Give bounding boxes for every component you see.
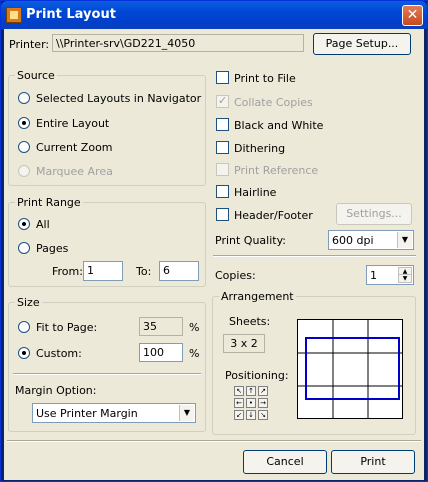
footer-divider (7, 440, 421, 442)
copies-label: Copies: (215, 269, 256, 282)
collate-copies-label[interactable]: Collate Copies (234, 96, 313, 109)
print-range-group: Print Range All Pages From: 1 To: 6 (8, 196, 206, 287)
print-button[interactable]: Print (331, 450, 415, 474)
app-icon (6, 7, 22, 23)
printer-label: Printer: (9, 38, 50, 51)
arrow-w-icon[interactable]: ← (234, 398, 244, 408)
sheets-preview (297, 319, 403, 419)
from-label: From: (52, 265, 83, 278)
options-divider (213, 255, 416, 257)
size-title: Size (15, 296, 42, 309)
source-group-title: Source (15, 69, 57, 82)
radio-marquee-area-label[interactable]: Marquee Area (36, 165, 113, 178)
chevron-down-icon[interactable]: ▼ (397, 232, 412, 248)
checkbox-dithering[interactable] (216, 141, 229, 154)
radio-pages-label[interactable]: Pages (36, 242, 68, 255)
copies-spinner[interactable]: 1 ▲ ▼ (366, 265, 414, 285)
custom-size-input[interactable]: 100 (139, 343, 183, 362)
printer-name-field: \\Printer-srv\GD221_4050 (52, 34, 304, 52)
arrow-se-icon[interactable]: ↘ (258, 410, 268, 420)
margin-option-select[interactable]: Use Printer Margin ▼ (32, 403, 196, 423)
center-dot-icon[interactable]: • (246, 398, 256, 408)
arrangement-title: Arrangement (219, 290, 296, 303)
radio-fit-to-page[interactable] (18, 321, 30, 333)
radio-current-zoom-label[interactable]: Current Zoom (36, 141, 113, 154)
sheets-value: 3 x 2 (223, 334, 265, 353)
close-icon[interactable]: ✕ (402, 5, 423, 26)
radio-custom-label[interactable]: Custom: (36, 347, 82, 360)
size-divider (13, 373, 201, 375)
source-group: Source Selected Layouts in Navigator Ent… (8, 69, 206, 186)
dialog-body: Printer: \\Printer-srv\GD221_4050 Page S… (4, 29, 424, 480)
arrow-ne-icon[interactable]: ↗ (258, 386, 268, 396)
radio-entire-layout-label[interactable]: Entire Layout (36, 117, 109, 130)
settings-button[interactable]: Settings... (336, 203, 412, 225)
print-range-title: Print Range (15, 196, 83, 209)
hairline-label[interactable]: Hairline (234, 186, 276, 199)
positioning-pad: ↖ ↑ ↗ ← • → ↙ ↓ ↘ (234, 386, 270, 422)
checkbox-collate-copies[interactable] (216, 94, 229, 108)
fit-percent-label: % (189, 321, 200, 334)
sheets-grid-graphic (298, 320, 402, 418)
to-page-input[interactable]: 6 (159, 261, 199, 281)
page-setup-button[interactable]: Page Setup... (313, 33, 411, 55)
checkbox-header-footer[interactable] (216, 208, 229, 221)
radio-marquee-area[interactable] (18, 165, 30, 177)
arrow-nw-icon[interactable]: ↖ (234, 386, 244, 396)
title-bar[interactable]: Print Layout ✕ (1, 1, 427, 29)
sheets-label: Sheets: (229, 315, 271, 328)
arrow-n-icon[interactable]: ↑ (246, 386, 256, 396)
radio-selected-layouts-label[interactable]: Selected Layouts in Navigator (36, 92, 201, 105)
radio-all[interactable] (18, 218, 30, 230)
radio-pages[interactable] (18, 242, 30, 254)
radio-entire-layout[interactable] (18, 117, 30, 129)
radio-current-zoom[interactable] (18, 141, 30, 153)
print-quality-value: 600 dpi (332, 234, 374, 247)
chevron-down-icon[interactable]: ▼ (179, 405, 194, 421)
print-quality-label: Print Quality: (215, 234, 287, 247)
arrow-s-icon[interactable]: ↓ (246, 410, 256, 420)
margin-option-label: Margin Option: (15, 384, 97, 397)
fit-to-page-value: 35 (139, 317, 183, 336)
copies-value: 1 (370, 269, 377, 282)
radio-fit-to-page-label[interactable]: Fit to Page: (36, 321, 97, 334)
radio-selected-layouts[interactable] (18, 92, 30, 104)
radio-all-label[interactable]: All (36, 218, 50, 231)
margin-option-value: Use Printer Margin (36, 407, 138, 420)
custom-percent-label: % (189, 347, 200, 360)
print-to-file-label[interactable]: Print to File (234, 72, 296, 85)
checkbox-black-and-white[interactable] (216, 118, 229, 131)
size-group: Size Fit to Page: 35 % Custom: 100 % Mar… (8, 296, 206, 432)
black-and-white-label[interactable]: Black and White (234, 119, 323, 132)
arrow-sw-icon[interactable]: ↙ (234, 410, 244, 420)
cancel-button[interactable]: Cancel (243, 450, 327, 474)
print-reference-label[interactable]: Print Reference (234, 164, 318, 177)
checkbox-print-reference[interactable] (216, 163, 229, 176)
arrangement-group: Arrangement Sheets: 3 x 2 Positioning: ↖… (212, 290, 416, 435)
to-label: To: (136, 265, 152, 278)
print-quality-select[interactable]: 600 dpi ▼ (328, 230, 414, 250)
checkbox-hairline[interactable] (216, 185, 229, 198)
arrow-e-icon[interactable]: → (258, 398, 268, 408)
positioning-label: Positioning: (225, 369, 289, 382)
radio-custom[interactable] (18, 347, 30, 359)
print-layout-dialog: Print Layout ✕ Printer: \\Printer-srv\GD… (0, 0, 428, 482)
spinner-down-icon[interactable]: ▼ (398, 274, 412, 283)
dithering-label[interactable]: Dithering (234, 142, 285, 155)
from-page-input[interactable]: 1 (83, 261, 123, 281)
window-title: Print Layout (26, 7, 116, 22)
header-footer-label[interactable]: Header/Footer (234, 209, 313, 222)
checkbox-print-to-file[interactable] (216, 71, 229, 84)
